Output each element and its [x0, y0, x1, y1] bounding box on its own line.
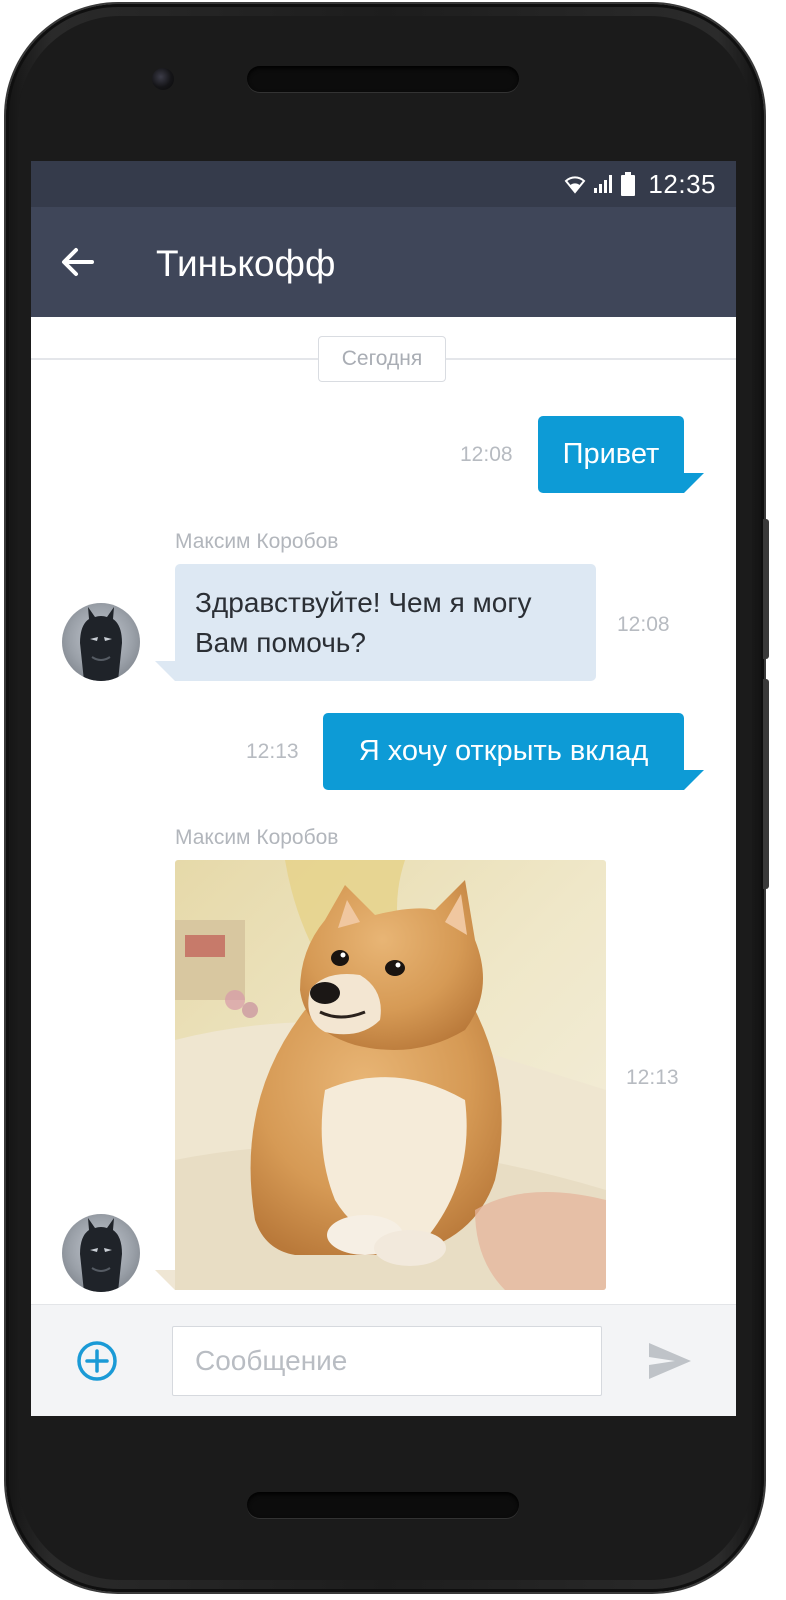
- image-message[interactable]: [175, 860, 606, 1290]
- avatar[interactable]: [62, 603, 140, 681]
- message-text-line: Здравствуйте! Чем я могу: [195, 587, 532, 618]
- incoming-message[interactable]: Здравствуйте! Чем я могу Вам помочь?: [175, 564, 596, 681]
- side-button: [763, 679, 769, 889]
- message-time: 12:08: [460, 443, 513, 466]
- front-camera: [152, 68, 174, 90]
- wifi-icon: [565, 176, 586, 194]
- bubble-tail: [155, 1270, 175, 1290]
- phone-screen: 12:35 Тинькофф Сегодня 12:08 Привет Макс…: [31, 161, 736, 1416]
- avatar[interactable]: [62, 1214, 140, 1292]
- message-time: 12:08: [617, 613, 670, 636]
- bubble-tail: [155, 661, 175, 681]
- message-input[interactable]: [172, 1326, 602, 1396]
- chat-title: Тинькофф: [156, 243, 336, 284]
- message-input-bar: [31, 1304, 736, 1416]
- bubble-tail: [684, 473, 704, 493]
- send-icon[interactable]: [647, 1341, 693, 1381]
- battery-icon: [621, 172, 636, 196]
- status-bar: 12:35: [31, 161, 736, 207]
- chat-messages[interactable]: Сегодня 12:08 Привет Максим Коробов Здра…: [31, 317, 736, 1304]
- date-divider: Сегодня: [318, 336, 446, 382]
- arrow-left-icon[interactable]: [57, 242, 97, 282]
- side-button: [763, 519, 769, 659]
- message-time: 12:13: [246, 740, 299, 763]
- message-time: 12:13: [626, 1066, 679, 1089]
- shiba-inu-dog-photo: [175, 860, 606, 1290]
- batman-avatar-icon: [80, 607, 122, 681]
- sender-name: Максим Коробов: [175, 826, 339, 849]
- message-text: Привет: [562, 438, 660, 470]
- outgoing-message[interactable]: Привет: [538, 416, 684, 493]
- outgoing-message[interactable]: Я хочу открыть вклад: [323, 713, 684, 790]
- bubble-tail: [684, 770, 704, 790]
- message-text-line: Вам помочь?: [195, 627, 366, 658]
- status-time: 12:35: [648, 168, 716, 199]
- sender-name: Максим Коробов: [175, 530, 339, 553]
- message-text: Я хочу открыть вклад: [358, 735, 649, 767]
- top-speaker: [247, 66, 519, 92]
- app-bar: Тинькофф: [31, 207, 736, 317]
- signal-icon: [594, 175, 613, 193]
- bottom-speaker: [247, 1492, 519, 1518]
- plus-circle-icon[interactable]: [75, 1339, 119, 1383]
- batman-avatar-icon: [80, 1218, 122, 1292]
